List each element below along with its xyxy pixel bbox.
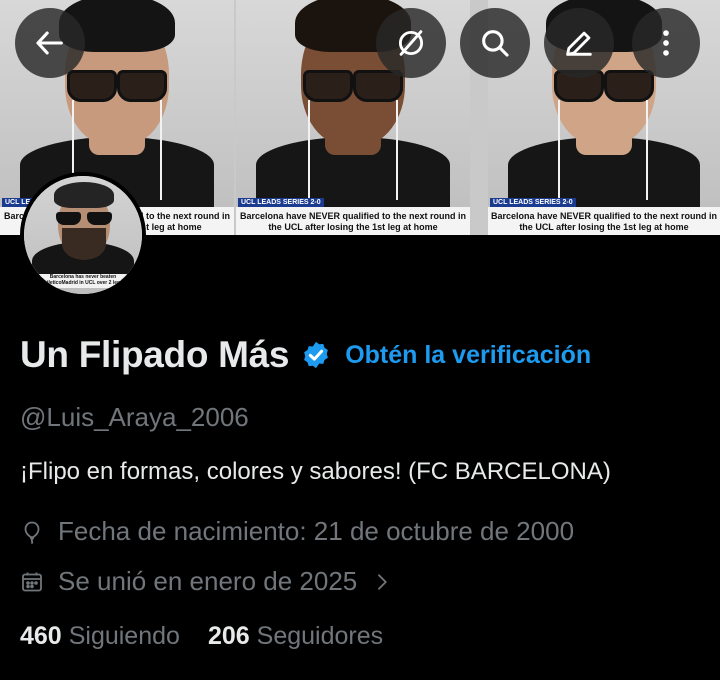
banner-caption: Barcelona have NEVER qualified to the ne… (488, 207, 720, 235)
back-arrow-icon (36, 31, 63, 55)
avatar[interactable]: Barcelona has never beaten AtleticoMadri… (20, 172, 146, 298)
avatar-caption: Barcelona has never beaten AtleticoMadri… (38, 274, 128, 288)
following-count: 460 (20, 622, 62, 650)
followers-label: Seguidores (256, 622, 384, 650)
chevron-right-icon (378, 573, 387, 590)
display-name: Un Flipado Más (20, 334, 290, 375)
profile-bio: ¡Flipo en formas, colores y sabores! (FC… (20, 458, 611, 485)
edit-icon (566, 31, 592, 56)
follow-stats: 460 Siguiendo 206 Seguidores (20, 622, 411, 651)
verified-badge-icon[interactable] (301, 340, 331, 370)
search-icon (482, 30, 509, 57)
birthdate-text: Fecha de nacimiento: 21 de octubre de 20… (58, 516, 575, 546)
banner-tag: UCL LEADS SERIES 2-0 (490, 198, 576, 207)
banner-caption: Barcelona have NEVER qualified to the ne… (236, 207, 470, 235)
balloon-icon (24, 521, 40, 544)
mute-button[interactable] (376, 8, 446, 78)
following-label: Siguiendo (68, 622, 180, 650)
joined-text: Se unió en enero de 2025 (58, 566, 358, 596)
back-button[interactable] (15, 8, 85, 78)
calendar-icon (22, 572, 42, 591)
following-link[interactable]: 460 Siguiendo (20, 622, 180, 651)
edit-button[interactable] (544, 8, 614, 78)
mute-icon (398, 30, 424, 56)
joined-row[interactable]: Se unió en enero de 2025 (20, 566, 391, 597)
name-row: Un Flipado Más Obtén la verificación (20, 334, 591, 376)
profile-handle: @Luis_Araya_2006 (20, 402, 249, 432)
birthdate-row: Fecha de nacimiento: 21 de octubre de 20… (20, 516, 574, 547)
get-verified-link[interactable]: Obtén la verificación (345, 341, 591, 370)
followers-count: 206 (207, 622, 250, 650)
more-options-icon (663, 30, 669, 56)
followers-link[interactable]: 206 Seguidores (208, 622, 383, 651)
more-options-button[interactable] (632, 8, 700, 78)
banner-tag: UCL LEADS SERIES 2-0 (238, 198, 324, 207)
search-button[interactable] (460, 8, 530, 78)
